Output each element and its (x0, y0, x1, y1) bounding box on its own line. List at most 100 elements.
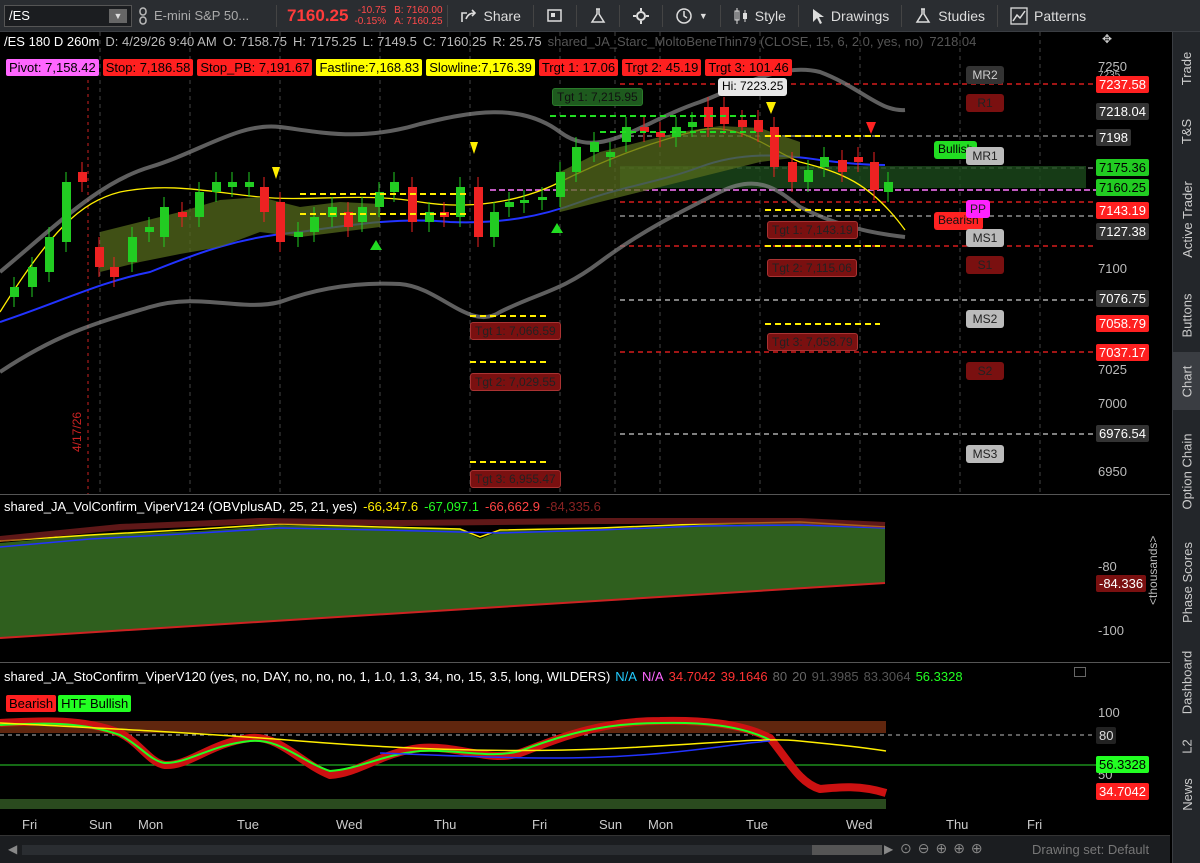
gear-icon (632, 7, 649, 24)
chevron-down-icon[interactable]: ▼ (109, 8, 127, 23)
candle-body (408, 187, 417, 222)
share-button[interactable]: Share (452, 0, 529, 32)
symbol-selector[interactable]: /ES ▼ (4, 4, 132, 27)
target1-badge: Trgt 1: 17.06 (538, 59, 619, 76)
divider (446, 4, 448, 27)
candle-body (195, 192, 204, 217)
candle-body (45, 237, 54, 272)
tab-time-and-sales[interactable]: T&S (1173, 108, 1200, 154)
study-name[interactable]: shared_JA_Starc_MoltoBeneThin79 (CLOSE, … (548, 34, 924, 49)
stochastic-axis[interactable]: 100 80 50 56.3328 34.7042 (1096, 663, 1168, 814)
level-tag: 80 (1096, 727, 1117, 744)
scroll-right-icon[interactable]: ▶ (884, 842, 893, 856)
studies-button[interactable]: Studies (906, 0, 993, 32)
candle-body (505, 202, 514, 207)
candle-body (294, 232, 303, 237)
sto-badges: Bearish HTF Bullish (6, 695, 132, 712)
drawing-set[interactable]: Drawing set: Default (1032, 842, 1149, 857)
tab-l2[interactable]: L2 (1173, 728, 1200, 764)
candle-body (738, 120, 747, 127)
stochastic-chart[interactable] (0, 663, 1096, 814)
price-tag: 7198 (1096, 129, 1131, 146)
tab-option-chain[interactable]: Option Chain (1173, 416, 1200, 526)
scrollbar-thumb[interactable] (812, 845, 882, 855)
pivot-row: Pivot: 7,158.42 Stop: 7,186.58 Stop_PB: … (6, 59, 792, 76)
tab-label: Active Trader (1179, 180, 1195, 258)
tab-label: T&S (1179, 118, 1195, 144)
tab-label: L2 (1179, 738, 1195, 754)
candle-body (556, 172, 565, 197)
tab-label: Option Chain (1179, 433, 1195, 509)
symbol-text: /ES (9, 8, 30, 23)
candle-body (10, 287, 19, 297)
volume-pane[interactable]: shared_JA_VolConfirm_ViperV124 (OBVplusA… (0, 494, 1170, 662)
price-pane[interactable]: /ES 180 D 260m D: 4/29/26 9:40 AM O: 715… (0, 32, 1170, 494)
lab-button[interactable] (581, 0, 615, 32)
volume-value: -67,097.1 (424, 499, 479, 514)
flask-icon (590, 7, 606, 23)
tab-phase-scores[interactable]: Phase Scores (1173, 532, 1200, 632)
scrollbar[interactable] (22, 845, 882, 855)
tab-buttons[interactable]: Buttons (1173, 282, 1200, 348)
divider (618, 4, 620, 27)
tab-trade[interactable]: Trade (1173, 38, 1200, 98)
time-tick: Fri (532, 817, 548, 832)
tab-news[interactable]: News (1173, 770, 1200, 818)
sto-value: N/A (641, 669, 664, 684)
bid-ask-block: B: 7160.00 A: 7160.25 (394, 5, 442, 27)
stochastic-pane[interactable]: shared_JA_StoConfirm_ViperV120 (yes, no,… (0, 662, 1170, 813)
time-axis[interactable]: Fri Sun Mon Tue Wed Thu Fri Sun Mon Tue … (0, 813, 1096, 835)
price-tag: 7076.75 (1096, 290, 1149, 307)
drawings-button[interactable]: Drawings (803, 0, 897, 32)
sto-value: 34.7042 (668, 669, 716, 684)
htf-bullish-badge: HTF Bullish (58, 695, 132, 712)
price-tag: 7237.58 (1096, 76, 1149, 93)
flag-button[interactable] (538, 0, 572, 32)
stop-pb-badge: Stop_PB: 7,191.67 (197, 59, 313, 76)
volume-value: -66,662.9 (485, 499, 540, 514)
volume-study-name[interactable]: shared_JA_VolConfirm_ViperV124 (OBVplusA… (4, 499, 357, 514)
axis-tick: -100 (1098, 623, 1125, 638)
candle-body (28, 267, 37, 287)
patterns-label: Patterns (1033, 7, 1087, 24)
price-chart[interactable] (0, 32, 1096, 494)
zoom-controls[interactable]: ⊙⊖⊕⊕⊕ (900, 840, 989, 857)
right-sidebar: Trade T&S Active Trader Buttons Chart Op… (1172, 32, 1200, 863)
chart-header: /ES 180 D 260m D: 4/29/26 9:40 AM O: 715… (4, 34, 976, 49)
net-change: -10.75 (357, 4, 387, 16)
tab-active-trader[interactable]: Active Trader (1173, 164, 1200, 274)
target3-badge: Trgt 3: 101.46 (705, 59, 792, 76)
volume-chart[interactable] (0, 495, 1096, 663)
stochastic-study-name[interactable]: shared_JA_StoConfirm_ViperV120 (yes, no,… (4, 669, 610, 684)
scroll-left-icon[interactable]: ◀ (8, 842, 17, 856)
divider (996, 4, 998, 27)
study-value: 7218.04 (929, 34, 977, 49)
axis-tick: 7100 (1098, 261, 1127, 276)
axis-tick: -80 (1098, 559, 1117, 574)
cursor-icon (812, 8, 824, 24)
style-button[interactable]: Style (725, 0, 794, 32)
minimize-icon[interactable] (1074, 667, 1086, 677)
divider (575, 4, 577, 27)
tab-chart[interactable]: Chart (1173, 352, 1200, 410)
time-tick: Wed (336, 817, 363, 832)
tab-dashboard[interactable]: Dashboard (1173, 642, 1200, 722)
axis-tick: 7000 (1098, 396, 1127, 411)
flag-icon (547, 8, 562, 22)
patterns-button[interactable]: Patterns (1002, 0, 1094, 32)
top-toolbar: /ES ▼ E-mini S&P 50... 7160.25 -10.75 -0… (0, 0, 1200, 32)
candles-icon (734, 7, 747, 24)
bottom-bar: ◀ ▶ ⊙⊖⊕⊕⊕ Drawing set: Default (0, 835, 1170, 863)
volume-axis[interactable]: -80 -100 -84.336 <thousands> (1096, 495, 1168, 663)
price-axis[interactable]: 7250 7235 7100 7025 7000 6950 7237.58 72… (1096, 32, 1168, 494)
header-range: R: 25.75 (492, 34, 542, 49)
pct-change: -0.15% (354, 15, 387, 27)
volume-value: -66,347.6 (363, 499, 419, 514)
level-ms1: MS1 (966, 229, 1004, 247)
time-tick: Mon (138, 817, 164, 832)
settings-button[interactable] (624, 0, 658, 32)
volume-value: -84,335.6 (545, 499, 601, 514)
link-icon[interactable] (132, 0, 154, 32)
header-close: C: 7160.25 (422, 34, 487, 49)
time-button[interactable]: ▼ (667, 0, 716, 32)
